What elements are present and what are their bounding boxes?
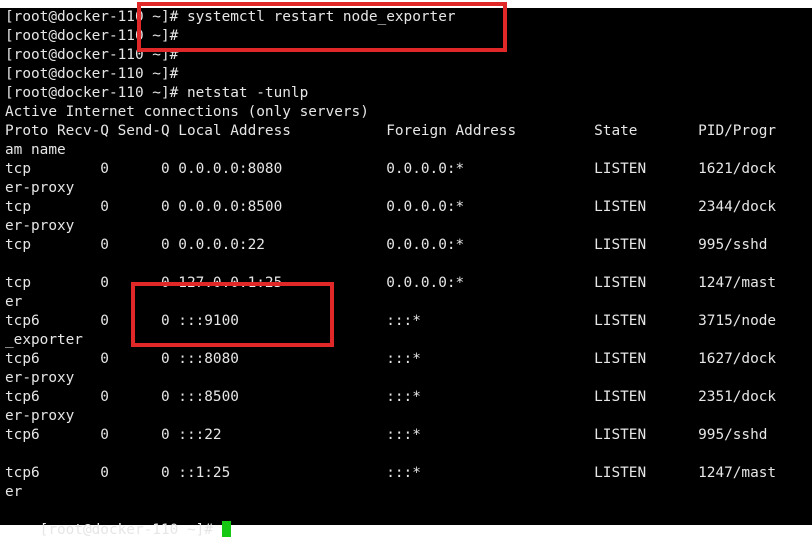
terminal-line: er	[5, 294, 23, 310]
prompt-text: [root@docker-110 ~]#	[39, 522, 222, 538]
terminal-line: tcp6 0 0 ::1:25 :::* LISTEN 1247/mast	[5, 465, 777, 481]
terminal-line: Proto Recv-Q Send-Q Local Address Foreig…	[5, 123, 777, 139]
terminal-line: er-proxy	[5, 218, 75, 234]
terminal-line: [root@docker-110 ~]# netstat -tunlp	[5, 85, 309, 101]
terminal-line: am name	[5, 142, 66, 158]
terminal-window[interactable]: [root@docker-110 ~]# systemctl restart n…	[0, 0, 812, 538]
terminal-line: tcp6 0 0 :::9100 :::* LISTEN 3715/node	[5, 313, 777, 329]
terminal-line: er-proxy	[5, 408, 75, 424]
terminal-line: er	[5, 484, 23, 500]
window-top-edge	[0, 0, 812, 8]
terminal-line: tcp 0 0 0.0.0.0:8500 0.0.0.0:* LISTEN 23…	[5, 199, 777, 215]
terminal-line: tcp 0 0 0.0.0.0:22 0.0.0.0:* LISTEN 995/…	[5, 237, 768, 253]
terminal-line: _exporter	[5, 332, 83, 348]
terminal-line: Active Internet connections (only server…	[5, 104, 369, 120]
terminal-line: tcp6 0 0 :::8080 :::* LISTEN 1627/dock	[5, 351, 777, 367]
terminal-line: tcp6 0 0 :::22 :::* LISTEN 995/sshd	[5, 427, 768, 443]
terminal-line: [root@docker-110 ~]# systemctl restart n…	[5, 9, 456, 25]
terminal-line: [root@docker-110 ~]#	[5, 66, 179, 82]
cursor	[221, 521, 231, 537]
terminal-line: er-proxy	[5, 370, 75, 386]
terminal-line: [root@docker-110 ~]#	[5, 28, 179, 44]
terminal-line: [root@docker-110 ~]#	[5, 47, 179, 63]
terminal-output: [root@docker-110 ~]# systemctl restart n…	[5, 8, 776, 502]
terminal-line: er-proxy	[5, 180, 75, 196]
terminal-line: tcp 0 0 0.0.0.0:8080 0.0.0.0:* LISTEN 16…	[5, 161, 777, 177]
terminal-prompt-line[interactable]: [root@docker-110 ~]#	[5, 502, 231, 538]
terminal-line: tcp6 0 0 :::8500 :::* LISTEN 2351/dock	[5, 389, 777, 405]
terminal-line: tcp 0 0 127.0.0.1:25 0.0.0.0:* LISTEN 12…	[5, 275, 777, 291]
